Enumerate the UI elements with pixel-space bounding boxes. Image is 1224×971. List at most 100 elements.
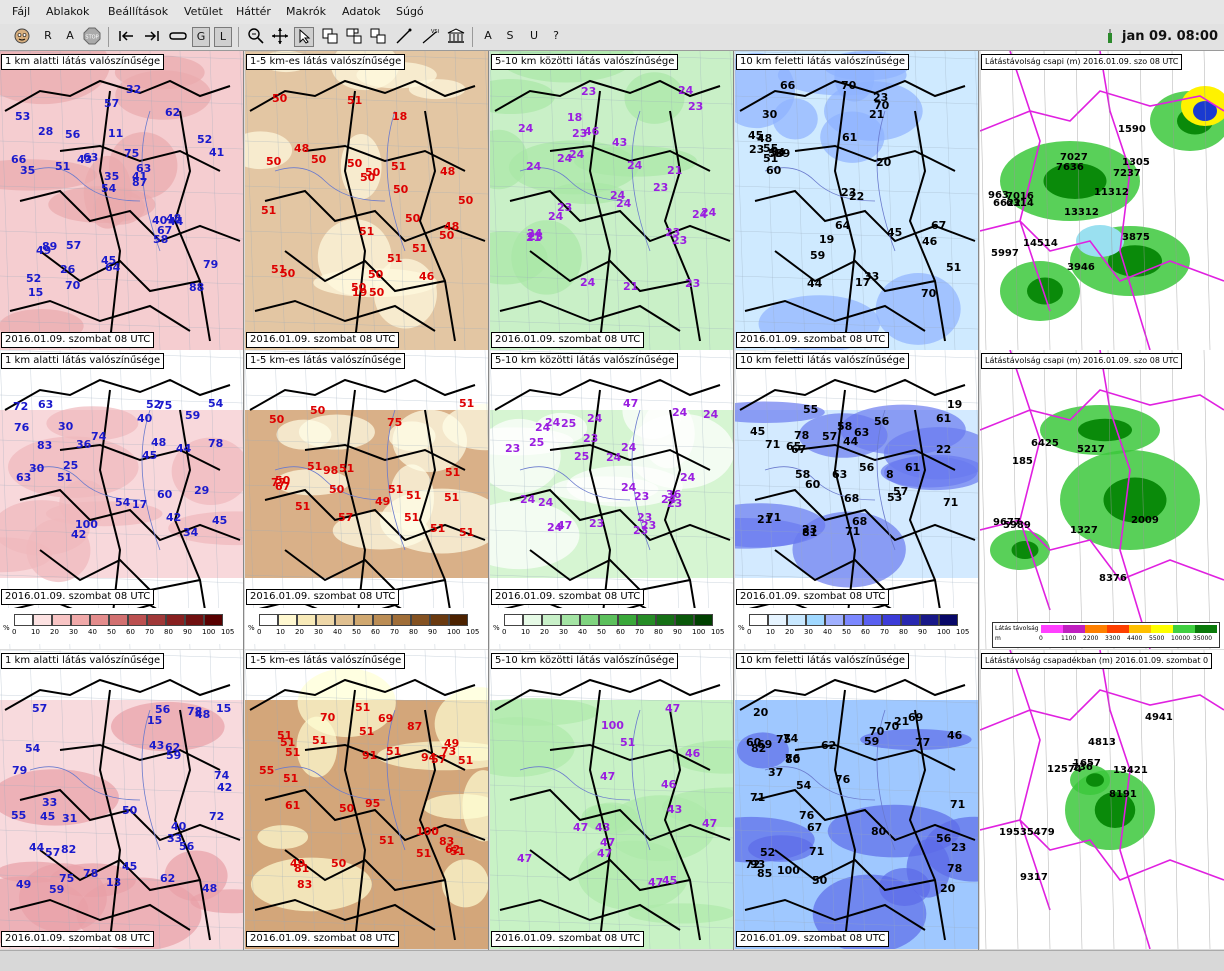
window-layout-icon[interactable] <box>320 27 340 45</box>
window-tile-icon[interactable] <box>344 27 364 45</box>
g-toggle[interactable]: G <box>192 27 210 47</box>
probability-value: 61 <box>936 412 952 425</box>
probability-value: 87 <box>132 176 148 189</box>
building-icon[interactable] <box>446 27 466 45</box>
legend-swatch <box>449 614 468 626</box>
signal-icon <box>1102 27 1118 45</box>
probability-value: 79 <box>12 764 28 777</box>
window-cascade-icon[interactable] <box>368 27 388 45</box>
skip-end-icon[interactable] <box>142 27 162 45</box>
status-bar <box>0 950 1224 971</box>
zoom-icon[interactable] <box>246 27 266 45</box>
cross-section-icon[interactable]: VSC <box>420 27 442 45</box>
legend-swatch <box>71 614 90 626</box>
legend-swatch <box>166 614 185 626</box>
legend-tick: 105 <box>956 628 970 636</box>
menu-macros[interactable]: Makrók <box>286 5 326 18</box>
radar-panel[interactable]: Látástávolság csapadékban (m) 2016.01.09… <box>980 650 1224 950</box>
probability-value: 60 <box>157 488 173 501</box>
map-panel[interactable]: 1 km alatti látás valószínűsége 75 89 63 52 2… <box>0 51 244 351</box>
probability-value: 63 <box>832 468 848 481</box>
menu-windows[interactable]: Ablakok <box>46 5 89 18</box>
map-panel[interactable]: 1-5 km-es látás valószínűsége 62 51 91 83 51 1… <box>245 650 489 950</box>
r-button[interactable]: R <box>40 27 56 45</box>
draw-line-icon[interactable] <box>394 27 414 45</box>
pointer-icon[interactable] <box>294 27 314 47</box>
map-panel[interactable]: 1-5 km-es látás valószínűsége 50 98 77 51 51 7… <box>245 350 489 650</box>
legend-tick: 90 <box>673 628 682 636</box>
face-icon[interactable] <box>12 27 32 45</box>
map-panel[interactable]: 10 km feletti látás valószínűsége 44 71 71 6… <box>735 350 979 650</box>
probability-value: 51 <box>295 500 311 513</box>
probability-value: 51 <box>359 225 375 238</box>
probability-value: 43 <box>612 136 628 149</box>
map-panel[interactable]: 10 km feletti látás valószínűsége 93 71 70 7… <box>735 650 979 950</box>
u-mode-button[interactable]: U <box>526 27 542 45</box>
probability-value: 24 <box>701 206 717 219</box>
map-panel[interactable]: 1 km alatti látás valószínűsége 45 59 63 42 5… <box>0 350 244 650</box>
radar-panel[interactable]: Látástávolság csapi (m) 2016.01.09. szo … <box>980 350 1224 650</box>
probability-value: 15 <box>216 702 232 715</box>
probability-value: 23 <box>581 85 597 98</box>
probability-value: 50 <box>266 155 282 168</box>
legend-swatch <box>844 614 863 626</box>
probability-value: 59 <box>864 735 880 748</box>
legend-tick: 20 <box>540 628 549 636</box>
probability-value: 56 <box>874 415 890 428</box>
map-panel[interactable]: 1-5 km-es látás valószínűsége 50 50 51 50 48 5… <box>245 51 489 351</box>
map-panel[interactable]: 5-10 km közötti látás valószínűsége 23 46 2… <box>490 51 734 351</box>
help-button[interactable]: ? <box>548 27 564 45</box>
probability-value: 56 <box>859 461 875 474</box>
menu-settings[interactable]: Beállítások <box>108 5 168 18</box>
probability-value: 50 <box>339 802 355 815</box>
probability-value: 50 <box>439 229 455 242</box>
probability-value: 26 <box>60 263 76 276</box>
probability-value: 48 <box>757 132 773 145</box>
map-panel[interactable]: 10 km feletti látás valószínűsége 70 70 55 6… <box>735 51 979 351</box>
s-mode-button[interactable]: S <box>502 27 518 45</box>
menu-projection[interactable]: Vetület <box>184 5 223 18</box>
radar-panel[interactable]: Látástávolság csapi (m) 2016.01.09. szo … <box>980 51 1224 351</box>
legend-tick: 100 <box>202 628 216 636</box>
a-button[interactable]: A <box>62 27 78 45</box>
probability-value: 66 <box>11 153 27 166</box>
probability-value: 24 <box>538 496 554 509</box>
loop-icon[interactable] <box>168 27 188 45</box>
probability-value: 53 <box>887 491 903 504</box>
probability-value: 51 <box>412 242 428 255</box>
probability-value: 51 <box>620 736 636 749</box>
legend-tick: 30 <box>804 628 813 636</box>
probability-value: 72 <box>13 400 29 413</box>
legend-tick: 80 <box>409 628 418 636</box>
panel-title: 5-10 km közötti látás valószínűsége <box>491 653 679 669</box>
probability-value: 70 <box>884 720 900 733</box>
probability-value: 54 <box>101 182 117 195</box>
probability-value: 25 <box>529 436 545 449</box>
probability-value: 68 <box>844 492 860 505</box>
legend-tick: 0 <box>257 628 262 636</box>
pan-icon[interactable] <box>270 27 290 45</box>
menu-data[interactable]: Adatok <box>342 5 380 18</box>
map-panel[interactable]: 5-10 km közötti látás valószínűsége 47 51 4… <box>490 650 734 950</box>
menu-background[interactable]: Háttér <box>236 5 271 18</box>
probability-value: 82 <box>61 843 77 856</box>
map-background <box>490 650 733 949</box>
probability-value: 32 <box>126 83 142 96</box>
menu-help[interactable]: Súgó <box>396 5 424 18</box>
probability-value: 51 <box>55 160 71 173</box>
stop-icon[interactable]: STOP <box>83 27 101 45</box>
legend-swatch <box>749 614 768 626</box>
map-panel[interactable]: 1 km alatti látás valószínűsége 15 13 15 55 4… <box>0 650 244 950</box>
menu-file[interactable]: Fájl <box>12 5 30 18</box>
probability-value: 57 <box>822 430 838 443</box>
probability-value: 75 <box>387 416 403 429</box>
probability-value: 56 <box>65 128 81 141</box>
l-toggle[interactable]: L <box>214 27 232 47</box>
map-panel[interactable]: 5-10 km közötti látás valószínűsége 23 47 2… <box>490 350 734 650</box>
radar-background <box>980 650 1224 949</box>
probability-value: 19 <box>947 398 963 411</box>
a-mode-button[interactable]: A <box>480 27 496 45</box>
probability-value: 77 <box>915 736 931 749</box>
radar-value: 13312 <box>1064 207 1099 218</box>
skip-start-icon[interactable] <box>116 27 136 45</box>
